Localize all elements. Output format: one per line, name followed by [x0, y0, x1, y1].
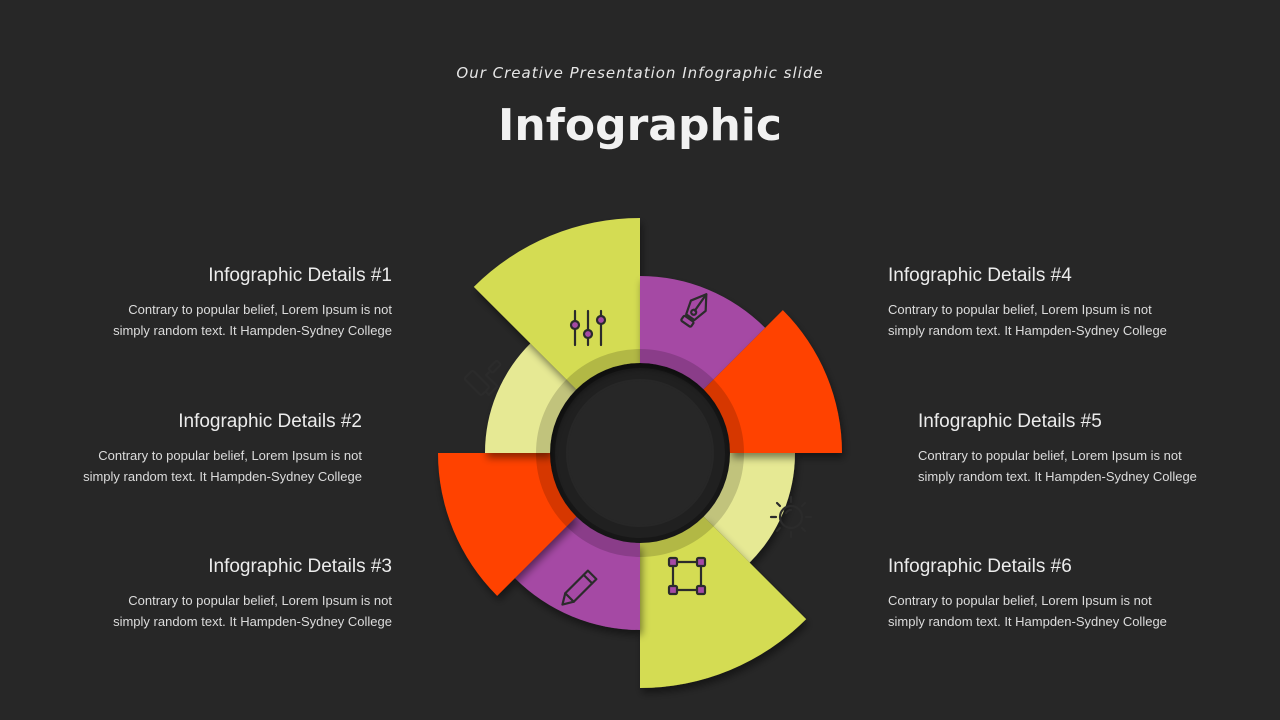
details-title-6: Infographic Details #6 [888, 556, 1072, 577]
details-title-4: Infographic Details #4 [888, 265, 1072, 286]
details-title-1: Infographic Details #1 [208, 265, 392, 286]
details-text-1a: Contrary to popular belief, Lorem Ipsum … [128, 302, 392, 317]
details-title-2: Infographic Details #2 [178, 411, 362, 432]
details-item-1: Infographic Details #1 Contrary to popul… [92, 265, 392, 341]
details-title-3: Infographic Details #3 [208, 556, 392, 577]
details-item-4: Infographic Details #4 Contrary to popul… [888, 265, 1188, 341]
center-hole [568, 381, 712, 525]
sun-icon [769, 495, 813, 539]
details-text-1b: simply random text. It Hampden-Sydney Co… [113, 323, 392, 338]
sliders-icon [569, 309, 607, 347]
details-title-5: Infographic Details #5 [918, 411, 1102, 432]
details-item-6: Infographic Details #6 Contrary to popul… [888, 556, 1188, 632]
details-text-4a: Contrary to popular belief, Lorem Ipsum … [888, 302, 1152, 317]
details-item-5: Infographic Details #5 Contrary to popul… [918, 411, 1218, 487]
details-item-2: Infographic Details #2 Contrary to popul… [62, 411, 362, 487]
details-text-2a: Contrary to popular belief, Lorem Ipsum … [98, 448, 362, 463]
details-text-4b: simply random text. It Hampden-Sydney Co… [888, 323, 1167, 338]
details-text-6a: Contrary to popular belief, Lorem Ipsum … [888, 593, 1152, 608]
details-text-5b: simply random text. It Hampden-Sydney Co… [918, 469, 1197, 484]
details-text-5a: Contrary to popular belief, Lorem Ipsum … [918, 448, 1182, 463]
details-item-3: Infographic Details #3 Contrary to popul… [92, 556, 392, 632]
details-text-2b: simply random text. It Hampden-Sydney Co… [83, 469, 362, 484]
details-text-3b: simply random text. It Hampden-Sydney Co… [113, 614, 392, 629]
details-text-3a: Contrary to popular belief, Lorem Ipsum … [128, 593, 392, 608]
details-text-6b: simply random text. It Hampden-Sydney Co… [888, 614, 1167, 629]
